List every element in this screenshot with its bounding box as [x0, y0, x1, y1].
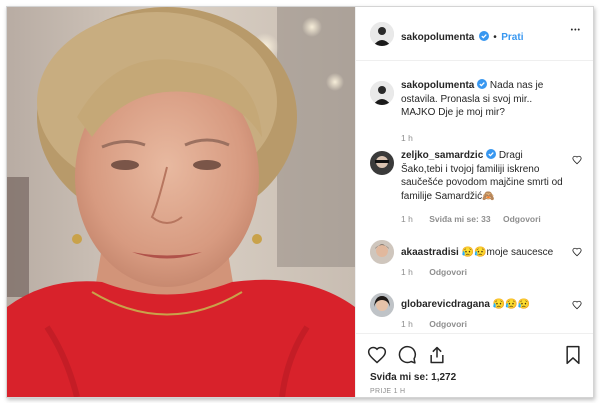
- comment-meta: 1 h Sviđa mi se: 33 Odgovori: [401, 214, 541, 224]
- comment-text: 😥😥😥: [492, 299, 531, 310]
- comment-time[interactable]: 1 h: [401, 214, 413, 224]
- comment-avatar[interactable]: [370, 293, 394, 317]
- comments-section: sakopolumenta Nada nas je ostavila. Pron…: [356, 61, 593, 333]
- reply-button[interactable]: Odgovori: [429, 267, 467, 277]
- comment-text: 😥😥moje saucesce: [461, 247, 554, 258]
- likes-count[interactable]: Sviđa mi se: 1,272: [370, 372, 456, 383]
- comment-username[interactable]: akaastradisi: [401, 247, 459, 258]
- heart-icon[interactable]: [572, 300, 582, 310]
- post-header: sakopolumenta • Prati •••: [356, 7, 593, 61]
- comment-text-block: zeljko_samardzic Dragi Šako,tebi i tvojo…: [401, 149, 566, 203]
- avatar-image: [370, 151, 394, 175]
- avatar-image: [370, 81, 394, 105]
- reply-button[interactable]: Odgovori: [503, 214, 541, 224]
- reply-button[interactable]: Odgovori: [429, 319, 467, 329]
- post-timestamp[interactable]: PRIJE 1 H: [370, 388, 405, 395]
- share-icon[interactable]: [427, 345, 447, 365]
- avatar-image: [370, 293, 394, 317]
- post-photo[interactable]: [7, 7, 355, 397]
- caption-text-block: sakopolumenta Nada nas je ostavila. Pron…: [401, 79, 551, 120]
- verified-icon: [486, 149, 497, 159]
- heart-icon[interactable]: [367, 345, 387, 365]
- comment-text-block: akaastradisi 😥😥moje saucesce: [401, 246, 566, 260]
- comment-meta: 1 h Odgovori: [401, 319, 467, 329]
- author-avatar[interactable]: [370, 22, 394, 46]
- post-sidebar: sakopolumenta • Prati ••• sakopolumenta …: [355, 7, 593, 397]
- comment-text-block: globarevicdragana 😥😥😥: [401, 298, 566, 312]
- caption-username[interactable]: sakopolumenta: [401, 80, 474, 91]
- comment-username[interactable]: zeljko_samardzic: [401, 150, 483, 161]
- comment-username[interactable]: globarevicdragana: [401, 299, 490, 310]
- verified-icon: [477, 79, 488, 89]
- comment-avatar[interactable]: [370, 240, 394, 264]
- caption-avatar[interactable]: [370, 81, 394, 105]
- avatar-image: [370, 240, 394, 264]
- comment-time[interactable]: 1 h: [401, 267, 413, 277]
- heart-icon[interactable]: [572, 155, 582, 165]
- instagram-post: sakopolumenta • Prati ••• sakopolumenta …: [6, 6, 594, 398]
- bookmark-icon[interactable]: [564, 345, 582, 365]
- comment-icon[interactable]: [397, 345, 417, 365]
- heart-icon[interactable]: [572, 247, 582, 257]
- more-icon[interactable]: •••: [571, 27, 581, 34]
- comment-avatar[interactable]: [370, 151, 394, 175]
- avatar-image: [370, 22, 394, 46]
- verified-icon: [478, 31, 489, 41]
- caption-time[interactable]: 1 h: [401, 133, 413, 143]
- comment-time[interactable]: 1 h: [401, 319, 413, 329]
- comment-meta: 1 h Odgovori: [401, 267, 467, 277]
- portrait-image: [7, 7, 355, 397]
- follow-separator: •: [493, 32, 497, 43]
- header-username[interactable]: sakopolumenta: [401, 32, 474, 43]
- action-bar: Sviđa mi se: 1,272 PRIJE 1 H: [356, 333, 593, 397]
- header-user-line: sakopolumenta • Prati: [401, 27, 523, 45]
- comment-likes[interactable]: Sviđa mi se: 33: [429, 214, 490, 224]
- follow-button[interactable]: Prati: [501, 32, 523, 43]
